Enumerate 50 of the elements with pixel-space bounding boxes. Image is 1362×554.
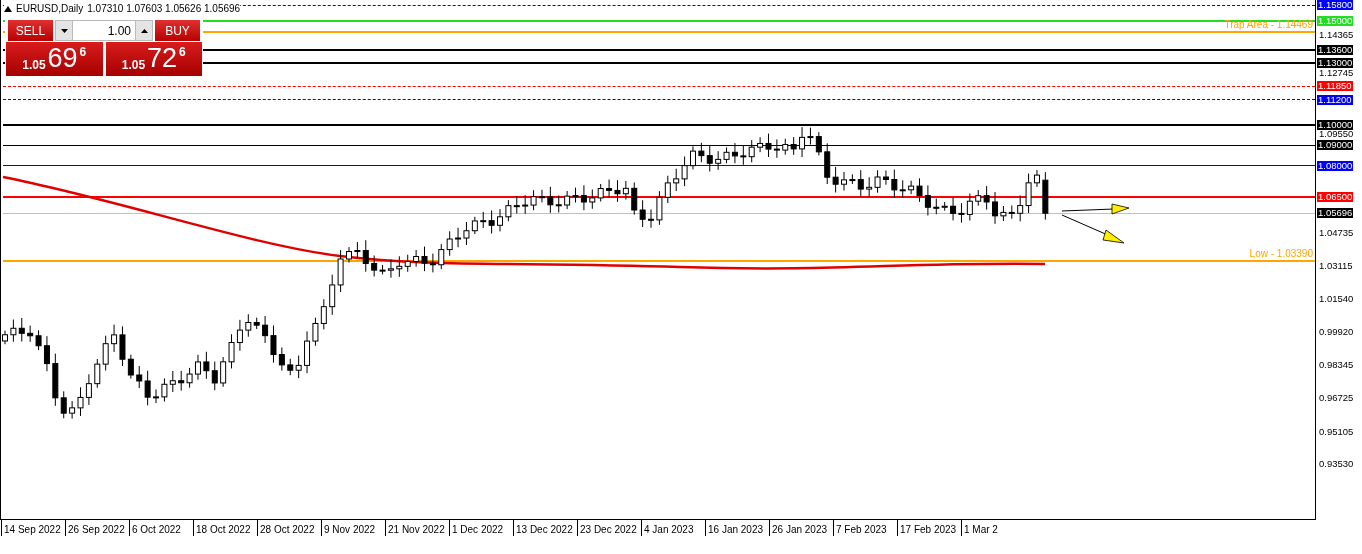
price-axis-label: 1.14365: [1319, 29, 1354, 40]
buy-button[interactable]: BUY: [155, 20, 200, 41]
symbol-title: EURUSD,Daily: [16, 3, 84, 14]
time-axis-label: 6 Oct 2022: [129, 520, 193, 536]
price-axis-label: 1.12745: [1319, 67, 1354, 78]
caret-down-icon: [60, 28, 68, 33]
time-axis-label: 23 Dec 2022: [577, 520, 641, 536]
price-axis-label: 1.01540: [1319, 293, 1354, 304]
price-axis-label: 0.96725: [1319, 393, 1354, 404]
price-axis-label: 0.98345: [1319, 359, 1354, 370]
price-level-tag: 1.13600: [1317, 45, 1354, 56]
time-axis-label: 9 Nov 2022: [321, 520, 385, 536]
price-axis-label: 1.03115: [1319, 261, 1353, 272]
time-axis-label: 26 Sep 2022: [65, 520, 129, 536]
time-axis-label: 18 Oct 2022: [193, 520, 257, 536]
price-level-tag: 1.13000: [1317, 57, 1354, 68]
volume-input-field[interactable]: 1.00: [73, 20, 135, 41]
price-axis-label: 0.95105: [1319, 426, 1354, 437]
time-axis-label: 21 Nov 2022: [385, 520, 449, 536]
price-level-tag: 1.10000: [1317, 119, 1354, 130]
decrease-volume-button[interactable]: [55, 20, 73, 41]
time-axis-label: 14 Sep 2022: [1, 520, 65, 536]
level-caption: Low - 1.03390: [1249, 247, 1313, 259]
time-axis-label: 17 Feb 2023: [897, 520, 961, 536]
increase-volume-button[interactable]: [135, 20, 153, 41]
ohlc-quote: 1.07310 1.07603 1.05626 1.05696: [87, 3, 241, 14]
price-axis-label: 0.99920: [1319, 327, 1354, 338]
time-axis-label: 7 Feb 2023: [833, 520, 897, 536]
time-axis-label: 4 Jan 2023: [641, 520, 705, 536]
price-level-tag: 1.15800: [1317, 0, 1354, 10]
collapse-triangle-icon[interactable]: [4, 5, 12, 12]
price-axis-label: 0.93530: [1319, 459, 1354, 469]
price-axis-label: 1.09550: [1319, 128, 1354, 139]
sell-button[interactable]: SELL: [8, 20, 53, 41]
price-level-tag: 1.09000: [1317, 140, 1354, 151]
level-caption: Trap Area - 1.14469: [1224, 19, 1313, 31]
price-level-tag: 1.08000: [1317, 160, 1354, 171]
price-level-tag: 1.11850: [1317, 81, 1353, 92]
price-level-tag: 1.06500: [1317, 191, 1354, 202]
time-axis-label: 1 Mar 2: [961, 520, 1025, 536]
time-axis-label: 28 Oct 2022: [257, 520, 321, 536]
price-level-tag: 1.11200: [1317, 94, 1353, 105]
time-axis-label: 26 Jan 2023: [769, 520, 833, 536]
time-axis-label: 13 Dec 2022: [513, 520, 577, 536]
price-level-tag: 1.15000: [1317, 16, 1354, 27]
time-axis-label: 1 Dec 2022: [449, 520, 513, 536]
caret-up-icon: [140, 28, 148, 33]
price-level-tag: 1.05696: [1317, 208, 1354, 219]
time-axis-label: 16 Jan 2023: [705, 520, 769, 536]
price-axis-label: 1.04735: [1319, 228, 1354, 239]
